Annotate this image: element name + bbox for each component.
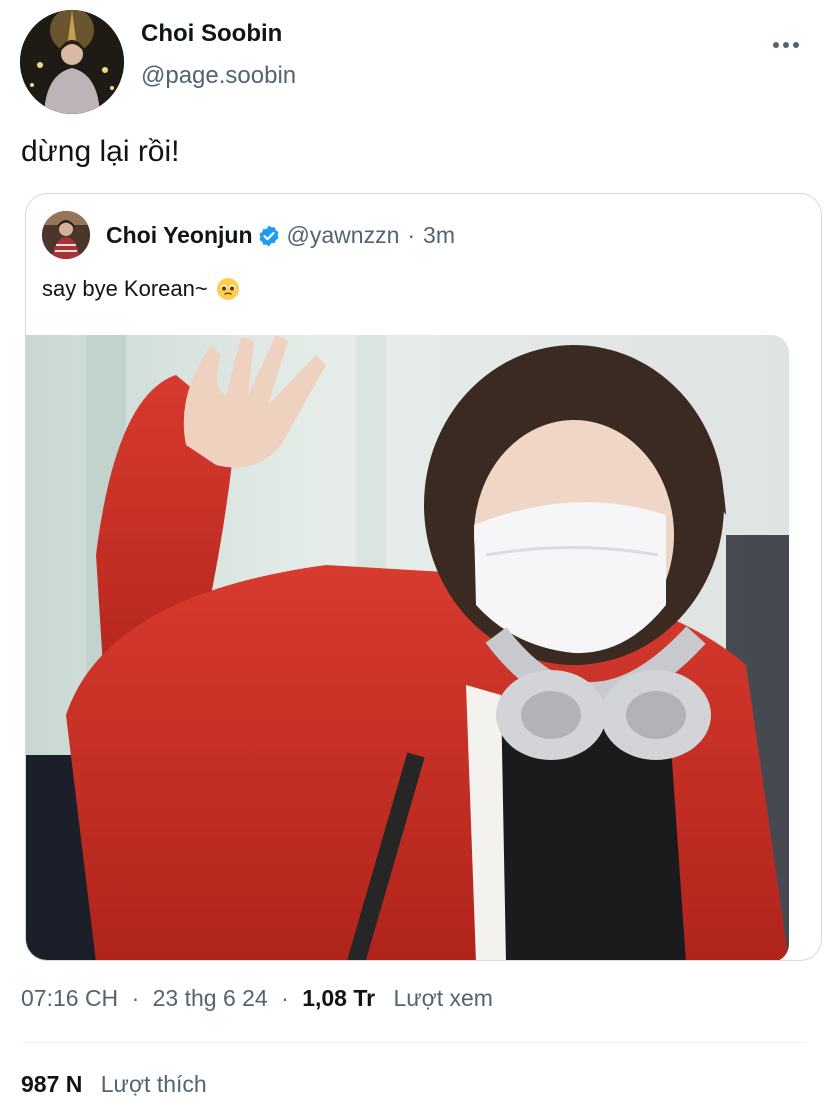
tweet-time[interactable]: 07:16 CH (21, 985, 118, 1011)
likes-link[interactable]: 987 N Lượt thích (21, 1071, 207, 1098)
quoted-tweet-text-row: say bye Korean~ (42, 276, 240, 302)
author-handle[interactable]: @page.soobin (141, 62, 296, 90)
divider (21, 1042, 807, 1043)
tweet-meta-line: 07:16 CH · 23 thg 6 24 · 1,08 Tr Lượt xe… (21, 985, 493, 1012)
likes-label: Lượt thích (100, 1071, 207, 1097)
tweet-detail: Choi Soobin @page.soobin dừng lại rồi! C… (0, 0, 828, 1119)
tweet-text: dừng lại rồi! (21, 135, 180, 168)
more-horizontal-icon (773, 42, 799, 48)
quoted-author-avatar[interactable] (42, 211, 90, 259)
quoted-author-name[interactable]: Choi Yeonjun (106, 222, 253, 249)
author-avatar[interactable] (20, 10, 124, 114)
separator-dot: · (407, 222, 416, 248)
views-label: Lượt xem (393, 985, 493, 1011)
pleading-face-emoji-icon (216, 277, 240, 301)
more-options-button[interactable] (772, 34, 800, 56)
quoted-tweet-time[interactable]: 3m (423, 222, 455, 249)
separator-dot: · (281, 985, 289, 1011)
quoted-author-handle[interactable]: @yawnzzn (287, 222, 400, 249)
photo-image (26, 335, 789, 960)
verified-badge-icon (257, 224, 281, 248)
quoted-tweet-photo[interactable] (26, 335, 789, 960)
quoted-tweet-meta: Choi Yeonjun @yawnzzn · 3m (106, 222, 455, 249)
tweet-date[interactable]: 23 thg 6 24 (153, 985, 268, 1011)
views-count: 1,08 Tr (302, 985, 376, 1011)
quoted-tweet-card[interactable]: Choi Yeonjun @yawnzzn · 3m say bye Korea… (25, 193, 822, 961)
likes-count: 987 N (21, 1071, 83, 1097)
author-name[interactable]: Choi Soobin (141, 20, 282, 48)
quoted-tweet-text: say bye Korean~ (42, 276, 208, 301)
separator-dot: · (131, 985, 140, 1011)
author-avatar-image (20, 10, 124, 114)
quoted-avatar-image (42, 211, 90, 259)
